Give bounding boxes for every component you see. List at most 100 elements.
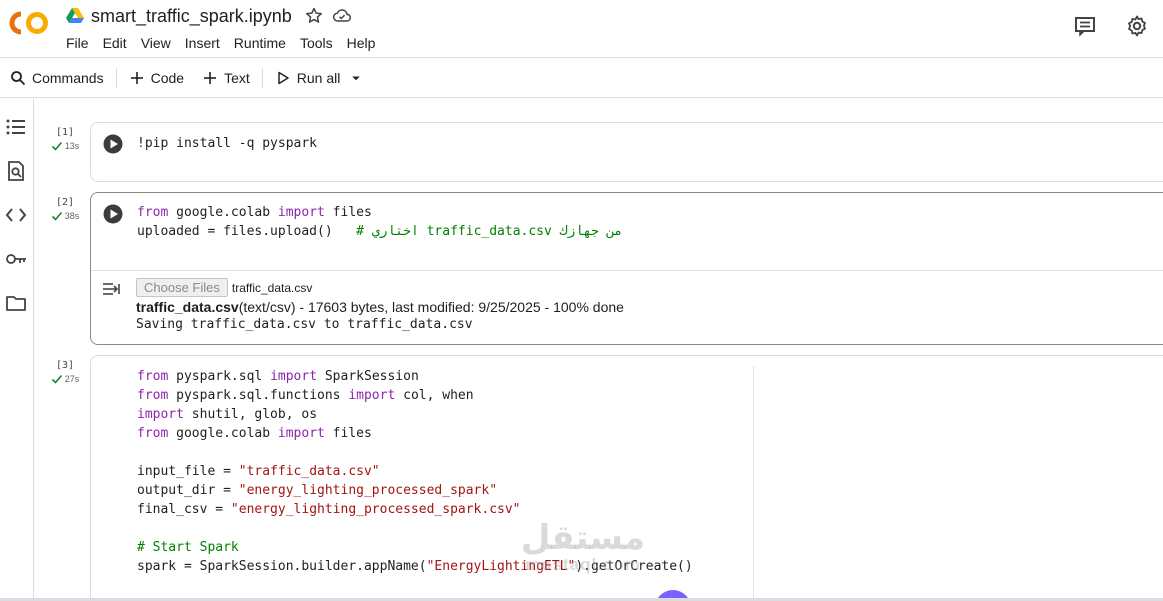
toolbar-divider [261, 68, 263, 88]
code-token: files [324, 426, 372, 441]
code-editor[interactable]: from google.colab import files uploaded =… [137, 203, 622, 241]
files-folder-icon[interactable] [5, 292, 27, 314]
caret-down-icon [352, 76, 361, 81]
code-token: "traffic_data.csv" [238, 464, 380, 479]
secrets-key-icon[interactable] [5, 248, 27, 270]
watermark-latin: mostaql.com [525, 555, 641, 574]
code-line: !pip install -q pyspark [137, 134, 317, 153]
upload-status: traffic_data.csv(text/csv) - 17603 bytes… [136, 299, 624, 315]
execution-time-value: 27s [64, 374, 80, 384]
code-line: from google.colab import files [137, 424, 693, 443]
execution-time: 13s [44, 140, 86, 152]
cell-execution-info: [2] 38s [44, 197, 86, 222]
menu-file[interactable]: File [66, 35, 89, 51]
run-all-dropdown[interactable] [346, 64, 366, 92]
saving-message: Saving traffic_data.csv to traffic_data.… [136, 317, 473, 332]
code-line: final_csv = "energy_lighting_processed_s… [137, 500, 693, 519]
menu-help[interactable]: Help [347, 35, 376, 51]
code-token: import [277, 205, 325, 220]
check-icon [51, 211, 62, 221]
code-token: final_csv = [137, 502, 231, 517]
chosen-file-name: traffic_data.csv [231, 280, 313, 295]
watermark: مستقل mostaql.com [508, 520, 658, 574]
cell-execution-info: [1] 13s [44, 127, 86, 152]
code-token: spark = SparkSession.builder.appName( [137, 559, 427, 574]
find-replace-icon[interactable] [5, 160, 27, 182]
menu-tools[interactable]: Tools [300, 35, 333, 51]
code-token: from [137, 388, 169, 403]
code-token: google.colab [168, 205, 278, 220]
colab-logo[interactable] [8, 10, 50, 36]
execution-time: 27s [44, 373, 86, 385]
code-token: # Start Spark [137, 540, 239, 555]
run-cell-button[interactable] [103, 204, 123, 224]
code-line: from pyspark.sql import SparkSession [137, 367, 693, 386]
code-token: "energy_lighting_processed_spark.csv" [230, 502, 521, 517]
commands-button[interactable]: Commands [4, 64, 110, 92]
code-token: !pip install -q pyspark [137, 136, 318, 151]
notebook-title[interactable]: smart_traffic_spark.ipynb [91, 6, 292, 27]
code-line: output_dir = "energy_lighting_processed_… [137, 481, 693, 500]
execution-time-value: 38s [64, 211, 80, 221]
execution-count: [1] [55, 127, 75, 138]
add-code-label: Code [150, 70, 185, 86]
run-all-label: Run all [296, 70, 341, 86]
code-cell[interactable]: from google.colab import files uploaded =… [90, 192, 1163, 345]
add-text-label: Text [224, 70, 250, 86]
code-token: from [137, 205, 169, 220]
add-code-button[interactable]: Code [123, 64, 190, 92]
code-token: import [270, 369, 318, 384]
code-token: col, when [395, 388, 474, 403]
app-header: smart_traffic_spark.ipynb File Edit View… [0, 0, 1163, 58]
code-token: import [277, 426, 325, 441]
code-line: import shutil, glob, os [137, 405, 693, 424]
check-icon [51, 374, 62, 384]
code-editor[interactable]: !pip install -q pyspark [137, 134, 317, 153]
code-token: output_dir = [137, 483, 239, 498]
cell-output: Choose Files traffic_data.csv traffic_da… [91, 270, 1163, 345]
editor-ruler [753, 366, 754, 601]
table-of-contents-icon[interactable] [5, 116, 27, 138]
run-all-button[interactable]: Run all [269, 64, 347, 92]
add-text-button[interactable]: Text [196, 64, 256, 92]
code-token: pyspark.sql.functions [168, 388, 349, 403]
output-actions-icon[interactable] [101, 279, 121, 299]
commands-label: Commands [32, 70, 104, 86]
code-snippets-icon[interactable] [5, 204, 27, 226]
code-token: google.colab [168, 426, 278, 441]
gear-icon[interactable] [1125, 14, 1149, 38]
code-token: shutil, glob, os [183, 407, 318, 422]
code-token: files [324, 205, 372, 220]
google-drive-icon[interactable] [66, 8, 84, 24]
menu-bar: File Edit View Insert Runtime Tools Help [66, 35, 389, 51]
code-line: input_file = "traffic_data.csv" [137, 462, 693, 481]
comment-icon[interactable] [1073, 14, 1097, 38]
check-icon [51, 141, 62, 151]
code-token: pyspark.sql [168, 369, 271, 384]
execution-count: [3] [55, 360, 75, 371]
star-icon[interactable] [304, 6, 324, 26]
uploaded-file-name: traffic_data.csv [136, 299, 239, 315]
code-line: from google.colab import files [137, 203, 622, 222]
code-token: uploaded = files.upload() [137, 224, 357, 239]
menu-edit[interactable]: Edit [103, 35, 127, 51]
file-upload-widget: Choose Files traffic_data.csv [136, 278, 312, 297]
choose-files-button[interactable]: Choose Files [136, 278, 228, 297]
cell-execution-info: [3] 27s [44, 360, 86, 385]
execution-time-value: 13s [64, 141, 80, 151]
code-cell[interactable]: !pip install -q pyspark [90, 122, 1163, 182]
plus-icon [204, 72, 217, 84]
watermark-arabic: مستقل [520, 519, 646, 557]
side-rail [0, 99, 34, 601]
cloud-saved-icon[interactable] [332, 6, 352, 26]
code-token: # اختاري traffic_data.csv من جهازك [356, 224, 623, 239]
run-cell-button[interactable] [103, 134, 123, 154]
code-token: from [137, 426, 169, 441]
menu-view[interactable]: View [141, 35, 171, 51]
code-token: SparkSession [317, 369, 419, 384]
toolbar-divider [115, 68, 117, 88]
menu-runtime[interactable]: Runtime [234, 35, 286, 51]
menu-insert[interactable]: Insert [185, 35, 220, 51]
search-icon [11, 71, 26, 86]
